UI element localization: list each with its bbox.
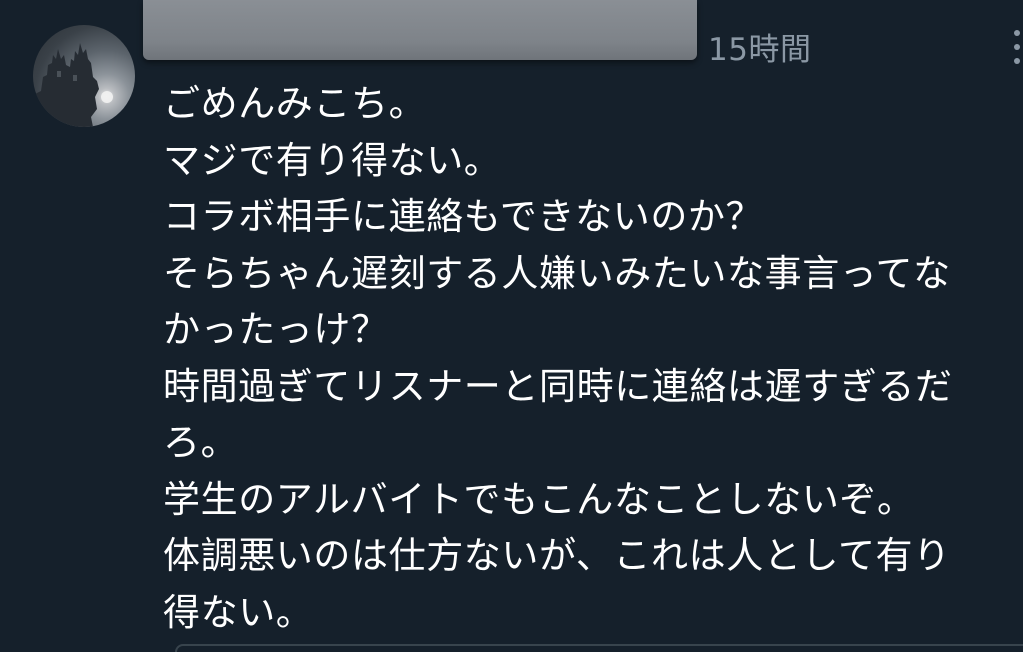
post-timestamp[interactable]: 15時間 (708, 24, 811, 69)
more-vertical-icon (1014, 58, 1020, 64)
post-card[interactable]: 15時間 ごめんみこち。 マジで有り得ない。 コラボ相手に連絡もできないのか？ … (0, 0, 1023, 652)
more-options-button[interactable] (1000, 22, 1023, 72)
post-text-line: マジで有り得ない。 (163, 138, 502, 182)
post-body-text: ごめんみこち。 マジで有り得ない。 コラボ相手に連絡もできないのか？ そらちゃん… (163, 76, 1008, 641)
post-text-line: かったっけ？ (163, 308, 389, 351)
avatar[interactable] (33, 25, 135, 127)
castle-silhouette-icon (33, 43, 113, 127)
post-text-line: ろ。 (163, 421, 239, 464)
post-text-line: 体調悪いのは仕方ないが、これは人として有り (163, 534, 951, 577)
post-text-line: ごめんみこち。 (163, 82, 427, 125)
post-text-line: 学生のアルバイトでもこんなことしないぞ。 (163, 477, 915, 521)
post-text-line: 時間過ぎてリスナーと同時に連絡は遅すぎるだ (163, 364, 953, 408)
post-text-line: そらちゃん遅刻する人嫌いみたいな事言ってな (163, 251, 951, 295)
post-text-line: 得ない。 (163, 590, 314, 634)
more-vertical-icon (1014, 30, 1020, 36)
author-name-redacted[interactable] (143, 0, 697, 60)
embedded-card-edge (175, 644, 1023, 652)
post-text-line: コラボ相手に連絡もできないのか？ (163, 195, 764, 238)
more-vertical-icon (1014, 44, 1020, 50)
